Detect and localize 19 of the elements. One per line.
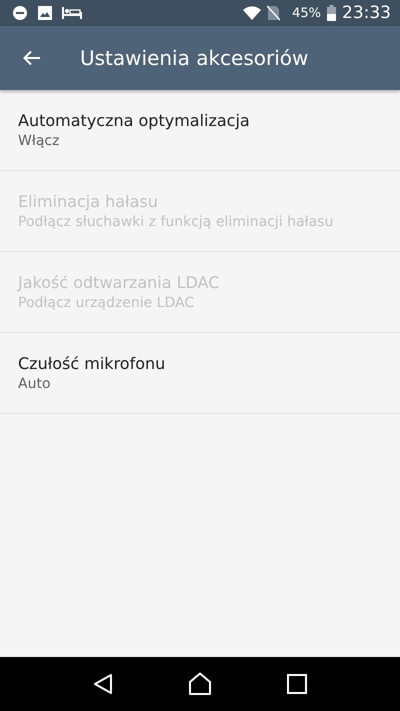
setting-title: Automatyczna optymalizacja	[18, 111, 250, 130]
do-not-disturb-icon	[12, 5, 28, 21]
battery-percent: 45%	[292, 6, 321, 20]
back-arrow-icon[interactable]	[23, 50, 41, 66]
settings-item[interactable]: Automatyczna optymalizacja Włącz	[0, 90, 400, 171]
no-sim-icon	[267, 5, 280, 21]
screen-title: Ustawienia akcesoriów	[80, 46, 308, 70]
setting-summary: Auto	[18, 376, 51, 392]
wifi-icon	[243, 6, 262, 20]
home-icon[interactable]	[188, 672, 212, 696]
back-icon[interactable]	[93, 673, 114, 695]
recent-apps-icon[interactable]	[286, 674, 307, 694]
bed-icon	[62, 6, 82, 20]
setting-summary: Włącz	[18, 133, 60, 149]
image-icon	[38, 6, 52, 20]
clock: 23:33	[342, 3, 391, 23]
settings-item[interactable]: Czułość mikrofonu Auto	[0, 333, 400, 414]
battery-icon	[327, 5, 336, 21]
setting-title: Czułość mikrofonu	[18, 354, 166, 373]
